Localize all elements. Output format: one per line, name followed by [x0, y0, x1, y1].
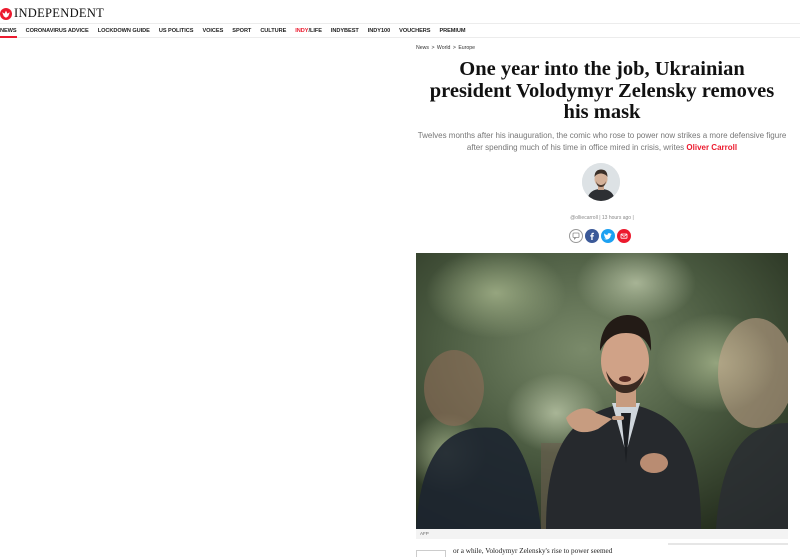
share-buttons	[569, 229, 631, 244]
breadcrumb-separator: >	[431, 45, 435, 51]
nav-indy-life[interactable]: INDY/LIFE	[295, 25, 322, 37]
article-standfirst: Twelves months after his inauguration, t…	[416, 130, 788, 153]
breadcrumb-world[interactable]: World	[437, 45, 450, 51]
email-share-button[interactable]	[617, 229, 631, 243]
author-avatar[interactable]	[582, 163, 620, 201]
main-nav: NEWS CORONAVIRUS ADVICE LOCKDOWN GUIDE U…	[0, 24, 800, 38]
twitter-share-button[interactable]	[601, 229, 615, 243]
email-icon	[620, 233, 628, 239]
nav-culture[interactable]: CULTURE	[260, 25, 286, 37]
divider	[668, 543, 788, 545]
site-logo[interactable]: INDEPENDENT	[0, 5, 104, 21]
nav-indy-life-prefix: INDY	[295, 27, 309, 34]
photo-credit: AFP	[416, 529, 788, 539]
nav-indy100[interactable]: INDY100	[368, 25, 390, 37]
nav-indybest[interactable]: INDYBEST	[331, 25, 359, 37]
breadcrumb-separator: >	[452, 45, 456, 51]
nav-lockdown-guide[interactable]: LOCKDOWN GUIDE	[98, 25, 150, 37]
facebook-icon	[590, 232, 594, 240]
breadcrumb-news[interactable]: News	[416, 45, 429, 51]
site-header: INDEPENDENT	[0, 0, 800, 24]
nav-vouchers[interactable]: VOUCHERS	[399, 25, 430, 37]
article-main-image[interactable]	[416, 253, 788, 529]
breadcrumb-europe[interactable]: Europe	[458, 45, 475, 51]
twitter-icon	[604, 233, 612, 240]
facebook-share-button[interactable]	[585, 229, 599, 243]
nav-premium[interactable]: PREMIUM	[439, 25, 465, 37]
nav-sport[interactable]: SPORT	[232, 25, 251, 37]
breadcrumb: News > World > Europe	[416, 45, 476, 51]
zelensky-photo	[416, 253, 788, 529]
nav-news[interactable]: NEWS	[0, 25, 17, 38]
article-body-start: or a while, Volodymyr Zelensky's rise to…	[453, 547, 613, 555]
comment-icon	[572, 232, 580, 240]
author-link[interactable]: Oliver Carroll	[686, 143, 737, 152]
nav-us-politics[interactable]: US POLITICS	[159, 25, 194, 37]
nav-voices[interactable]: VOICES	[202, 25, 223, 37]
article-headline: One year into the job, Ukrainian preside…	[429, 58, 775, 123]
dropcap-frame	[416, 550, 446, 557]
logo-wordmark: INDEPENDENT	[14, 5, 105, 20]
byline: @olliecarroll | 13 hours ago |	[570, 215, 634, 221]
nav-indy-life-suffix: /LIFE	[308, 27, 322, 34]
comment-button[interactable]	[569, 229, 583, 243]
nav-coronavirus-advice[interactable]: CORONAVIRUS ADVICE	[26, 25, 89, 37]
eagle-logo-icon	[0, 7, 12, 20]
